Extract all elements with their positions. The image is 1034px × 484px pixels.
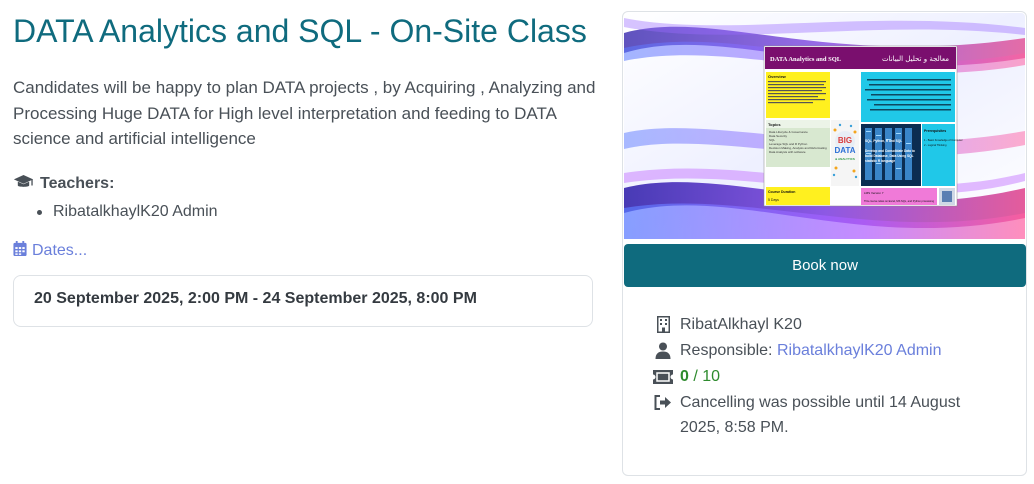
course-description: Candidates will be happy to plan DATA pr…: [13, 78, 596, 148]
teachers-list: RibatalkhaylK20 Admin: [13, 201, 603, 223]
banner-sql-4: statistic R language: [865, 159, 895, 163]
seats-total: 10: [702, 368, 721, 385]
banner-prereq-label: Prerequisites: [924, 129, 946, 133]
cancel-text: Cancelling was possible until 14 August …: [680, 394, 961, 436]
user-icon: [653, 338, 673, 363]
banner-title-en: DATA Analytics and SQL: [770, 56, 842, 63]
banner-sql-1: SQL, Python, R and SQL: [865, 139, 902, 143]
banner-duration-value: 5 Days: [768, 198, 779, 202]
banner-prereq-1: 1 - Basic Knowledge of Computer: [924, 138, 963, 142]
graduation-cap-icon: [13, 174, 34, 195]
seats-booked: 0: [680, 368, 689, 385]
banner-footer-text: This course relies on Excel, MS SQL, and…: [864, 199, 935, 203]
banner-topics-label: Topics: [768, 122, 781, 127]
location-row: RibatAlkhayl K20: [653, 312, 998, 337]
banner-duration-label: Course Duration: [768, 190, 795, 194]
teachers-heading: Teachers:: [13, 174, 603, 195]
responsible-link[interactable]: RibatalkhaylK20 Admin: [777, 342, 942, 359]
dates-link-label: Dates...: [32, 241, 88, 259]
ticket-icon: [653, 364, 673, 389]
seats-row: 0 / 10: [653, 364, 998, 389]
sign-out-icon: [653, 390, 673, 415]
teacher-item: RibatalkhaylK20 Admin: [37, 201, 603, 223]
banner-bigdata-1: BIG: [838, 136, 852, 145]
responsible-row: Responsible: RibatalkhaylK20 Admin: [653, 338, 998, 363]
teachers-label: Teachers:: [40, 175, 115, 192]
cancel-row: Cancelling was possible until 14 August …: [653, 390, 998, 440]
banner-poster: DATA Analytics and SQL معالجة و تحليل ال…: [763, 45, 963, 207]
calendar-icon: [13, 240, 27, 261]
building-icon: [653, 312, 673, 337]
date-range-box: 20 September 2025, 2:00 PM - 24 Septembe…: [13, 274, 593, 327]
seats-separator: /: [693, 368, 698, 385]
banner-overview-label: Overview: [768, 74, 787, 79]
banner-title-ar: معالجة و تحليل البيانات: [882, 55, 949, 63]
booking-card: DATA Analytics and SQL معالجة و تحليل ال…: [622, 11, 1027, 476]
responsible-label: Responsible:: [680, 342, 773, 359]
banner-prereq-2: 2 - Logical Thinking: [924, 143, 947, 147]
banner-bigdata-3: & ANALYTICS: [835, 157, 855, 161]
book-now-button[interactable]: Book now: [624, 244, 1026, 287]
location-text: RibatAlkhayl K20: [680, 316, 802, 333]
banner-sql-3: build Database, Data Using SQL: [865, 154, 914, 158]
course-details: DATA Analytics and SQL - On-Site Class C…: [13, 12, 603, 327]
course-title: DATA Analytics and SQL - On-Site Class: [13, 13, 587, 49]
banner-bigdata-2: DATA: [834, 146, 855, 155]
course-meta: RibatAlkhayl K20 Responsible: Ribatalkha…: [653, 312, 998, 441]
date-range: 20 September 2025, 2:00 PM - 24 Septembe…: [34, 289, 477, 307]
banner-sql-2: Develop and Consolidate Data to: [865, 149, 915, 153]
dates-toggle-link[interactable]: Dates...: [13, 240, 603, 261]
banner-topic-6: Data Analysis with software: [769, 150, 806, 154]
banner-footer-label: LMS Version 7: [864, 191, 884, 195]
course-banner-image: DATA Analytics and SQL معالجة و تحليل ال…: [624, 13, 1025, 239]
